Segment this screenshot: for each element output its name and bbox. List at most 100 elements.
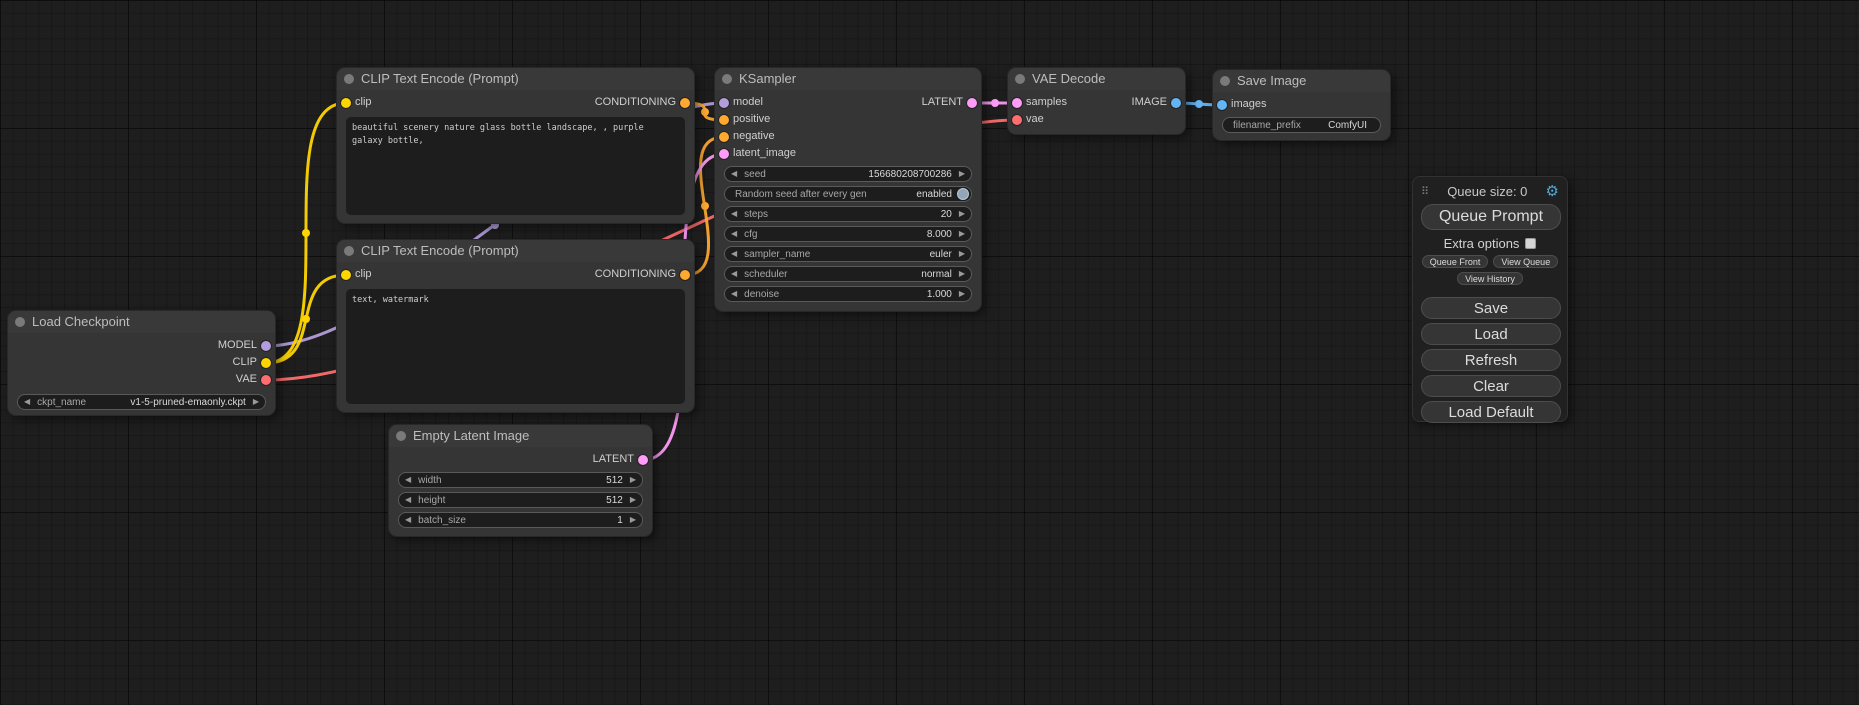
positive-input-port[interactable] <box>719 115 729 125</box>
latent-output-port[interactable] <box>967 98 977 108</box>
positive-prompt-textarea[interactable]: beautiful scenery nature glass bottle la… <box>346 117 685 215</box>
sampler-name-widget[interactable]: ◀ sampler_name euler ▶ <box>724 246 972 262</box>
arrow-right-icon[interactable]: ▶ <box>959 170 965 178</box>
widget-label: width <box>418 475 441 486</box>
load-default-button[interactable]: Load Default <box>1421 401 1561 423</box>
samples-input-port[interactable] <box>1012 98 1022 108</box>
node-title: VAE Decode <box>1032 71 1105 86</box>
arrow-right-icon[interactable]: ▶ <box>630 496 636 504</box>
history-row: View History <box>1421 272 1559 285</box>
arrow-left-icon[interactable]: ◀ <box>731 250 737 258</box>
view-history-button[interactable]: View History <box>1457 272 1523 285</box>
arrow-right-icon[interactable]: ▶ <box>959 210 965 218</box>
node-save-image[interactable]: Save Image images filename_prefix ComfyU… <box>1213 70 1390 140</box>
refresh-button[interactable]: Refresh <box>1421 349 1561 371</box>
arrow-right-icon[interactable]: ▶ <box>959 270 965 278</box>
arrow-right-icon[interactable]: ▶ <box>630 516 636 524</box>
arrow-left-icon[interactable]: ◀ <box>731 290 737 298</box>
node-clip-text-encode-negative[interactable]: CLIP Text Encode (Prompt) clip CONDITION… <box>337 240 694 412</box>
widget-value: 8.000 <box>927 229 952 240</box>
toggle-knob-icon[interactable] <box>957 188 969 200</box>
arrow-left-icon[interactable]: ◀ <box>731 270 737 278</box>
drag-handle-icon[interactable]: ⠿ <box>1421 185 1429 198</box>
save-button[interactable]: Save <box>1421 297 1561 319</box>
conditioning-output-port[interactable] <box>680 98 690 108</box>
model-output-port[interactable] <box>261 341 271 351</box>
clip-input-port[interactable] <box>341 270 351 280</box>
arrow-left-icon[interactable]: ◀ <box>405 516 411 524</box>
negative-prompt-textarea[interactable]: text, watermark <box>346 289 685 404</box>
clip-input-port[interactable] <box>341 98 351 108</box>
slot-row: negative <box>715 128 981 145</box>
images-input-port[interactable] <box>1217 100 1227 110</box>
scheduler-widget[interactable]: ◀ scheduler normal ▶ <box>724 266 972 282</box>
node-ksampler[interactable]: KSampler model LATENT positive negative … <box>715 68 981 311</box>
queue-front-button[interactable]: Queue Front <box>1422 255 1489 268</box>
steps-widget[interactable]: ◀ steps 20 ▶ <box>724 206 972 222</box>
vae-output-port[interactable] <box>261 375 271 385</box>
load-button[interactable]: Load <box>1421 323 1561 345</box>
arrow-right-icon[interactable]: ▶ <box>959 250 965 258</box>
cfg-widget[interactable]: ◀ cfg 8.000 ▶ <box>724 226 972 242</box>
filename-prefix-widget[interactable]: filename_prefix ComfyUI <box>1222 117 1381 133</box>
model-input-port[interactable] <box>719 98 729 108</box>
output-label-vae: VAE <box>236 371 257 388</box>
wire-clip-positive <box>266 103 346 363</box>
vae-input-port[interactable] <box>1012 115 1022 125</box>
arrow-left-icon[interactable]: ◀ <box>24 398 30 406</box>
latent-image-input-port[interactable] <box>719 149 729 159</box>
node-vae-decode[interactable]: VAE Decode samples IMAGE vae <box>1008 68 1185 134</box>
output-label-conditioning: CONDITIONING <box>595 266 676 283</box>
arrow-left-icon[interactable]: ◀ <box>731 210 737 218</box>
collapse-toggle-icon[interactable] <box>722 74 732 84</box>
settings-gear-icon[interactable]: ⚙ <box>1546 184 1559 199</box>
collapse-toggle-icon[interactable] <box>344 74 354 84</box>
slot-row: latent_image <box>715 145 981 162</box>
arrow-left-icon[interactable]: ◀ <box>731 170 737 178</box>
node-empty-latent-image[interactable]: Empty Latent Image LATENT ◀ width 512 ▶ … <box>389 425 652 536</box>
arrow-left-icon[interactable]: ◀ <box>731 230 737 238</box>
collapse-toggle-icon[interactable] <box>1220 76 1230 86</box>
height-widget[interactable]: ◀ height 512 ▶ <box>398 492 643 508</box>
conditioning-output-port[interactable] <box>680 270 690 280</box>
image-output-port[interactable] <box>1171 98 1181 108</box>
node-clip-text-encode-positive[interactable]: CLIP Text Encode (Prompt) clip CONDITION… <box>337 68 694 223</box>
arrow-right-icon[interactable]: ▶ <box>253 398 259 406</box>
widget-value: 20 <box>941 209 952 220</box>
widget-value: 512 <box>606 495 623 506</box>
ckpt-name-widget[interactable]: ◀ ckpt_name v1-5-pruned-emaonly.ckpt ▶ <box>17 394 266 410</box>
clip-output-port[interactable] <box>261 358 271 368</box>
slot-row: vae <box>1008 111 1185 128</box>
view-queue-button[interactable]: View Queue <box>1493 255 1558 268</box>
node-title: Load Checkpoint <box>32 314 130 329</box>
batch-size-widget[interactable]: ◀ batch_size 1 ▶ <box>398 512 643 528</box>
collapse-toggle-icon[interactable] <box>396 431 406 441</box>
widget-label: cfg <box>744 229 757 240</box>
width-widget[interactable]: ◀ width 512 ▶ <box>398 472 643 488</box>
node-title: CLIP Text Encode (Prompt) <box>361 243 519 258</box>
random-seed-toggle[interactable]: Random seed after every gen enabled <box>724 186 972 202</box>
arrow-left-icon[interactable]: ◀ <box>405 496 411 504</box>
arrow-left-icon[interactable]: ◀ <box>405 476 411 484</box>
widget-value: ComfyUI <box>1328 120 1367 131</box>
collapse-toggle-icon[interactable] <box>344 246 354 256</box>
collapse-toggle-icon[interactable] <box>1015 74 1025 84</box>
node-graph-canvas[interactable]: Load Checkpoint MODEL CLIP VAE ◀ ckpt_na… <box>0 0 1859 705</box>
negative-input-port[interactable] <box>719 132 729 142</box>
node-title-bar: VAE Decode <box>1008 68 1185 90</box>
output-label-conditioning: CONDITIONING <box>595 94 676 111</box>
arrow-right-icon[interactable]: ▶ <box>630 476 636 484</box>
input-label-latent-image: latent_image <box>733 145 796 162</box>
widget-label: scheduler <box>744 269 787 280</box>
extra-options-checkbox[interactable] <box>1525 238 1536 249</box>
node-load-checkpoint[interactable]: Load Checkpoint MODEL CLIP VAE ◀ ckpt_na… <box>8 311 275 415</box>
arrow-right-icon[interactable]: ▶ <box>959 230 965 238</box>
collapse-toggle-icon[interactable] <box>15 317 25 327</box>
latent-output-port[interactable] <box>638 455 648 465</box>
slot-row: VAE <box>8 371 275 388</box>
denoise-widget[interactable]: ◀ denoise 1.000 ▶ <box>724 286 972 302</box>
seed-widget[interactable]: ◀ seed 156680208700286 ▶ <box>724 166 972 182</box>
queue-prompt-button[interactable]: Queue Prompt <box>1421 204 1561 230</box>
arrow-right-icon[interactable]: ▶ <box>959 290 965 298</box>
clear-button[interactable]: Clear <box>1421 375 1561 397</box>
